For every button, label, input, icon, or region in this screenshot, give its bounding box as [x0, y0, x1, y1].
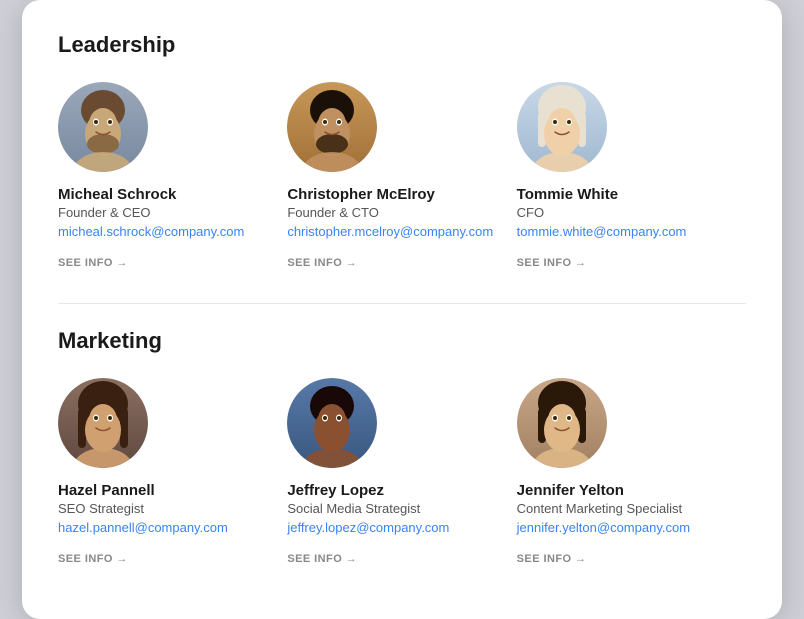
person-cell-hazel: Hazel Pannell SEO Strategist hazel.pannell…: [58, 378, 287, 591]
person-email-micheal[interactable]: micheal.schrock@company.com: [58, 224, 267, 239]
avatar-hazel: [58, 378, 148, 468]
person-email-jeffrey[interactable]: jeffrey.lopez@company.com: [287, 520, 496, 535]
avatar-jeffrey: [287, 378, 377, 468]
person-email-tommie[interactable]: tommie.white@company.com: [517, 224, 726, 239]
see-info-button-micheal[interactable]: SEE INFO →: [58, 257, 128, 269]
person-name-jeffrey: Jeffrey Lopez: [287, 482, 496, 499]
section-title-leadership: Leadership: [58, 32, 746, 58]
people-grid-leadership: Micheal Schrock Founder & CEO micheal.schr…: [58, 82, 746, 295]
person-cell-jennifer: Jennifer Yelton Content Marketing Special…: [517, 378, 746, 591]
see-info-button-jeffrey[interactable]: SEE INFO →: [287, 553, 357, 565]
person-name-micheal: Micheal Schrock: [58, 186, 267, 203]
person-name-hazel: Hazel Pannell: [58, 482, 267, 499]
person-title-tommie: CFO: [517, 205, 726, 220]
person-email-jennifer[interactable]: jennifer.yelton@company.com: [517, 520, 726, 535]
section-divider: [58, 303, 746, 304]
section-leadership: Leadership Micheal Schrock Founder & CEO m…: [58, 32, 746, 304]
person-name-jennifer: Jennifer Yelton: [517, 482, 726, 499]
person-name-tommie: Tommie White: [517, 186, 726, 203]
see-info-button-jennifer[interactable]: SEE INFO →: [517, 553, 587, 565]
person-title-jennifer: Content Marketing Specialist: [517, 501, 726, 516]
person-cell-tommie: Tommie White CFO tommie.white@company.com S…: [517, 82, 746, 295]
person-title-jeffrey: Social Media Strategist: [287, 501, 496, 516]
see-info-button-tommie[interactable]: SEE INFO →: [517, 257, 587, 269]
avatar-jennifer: [517, 378, 607, 468]
avatar-christopher: [287, 82, 377, 172]
see-info-button-christopher[interactable]: SEE INFO →: [287, 257, 357, 269]
main-card: Leadership Micheal Schrock Founder & CEO m…: [22, 0, 782, 619]
person-email-hazel[interactable]: hazel.pannell@company.com: [58, 520, 267, 535]
person-cell-christopher: Christopher McElroy Founder & CTO christop…: [287, 82, 516, 295]
person-cell-jeffrey: Jeffrey Lopez Social Media Strategist jeff…: [287, 378, 516, 591]
person-title-christopher: Founder & CTO: [287, 205, 496, 220]
people-grid-marketing: Hazel Pannell SEO Strategist hazel.pannell…: [58, 378, 746, 591]
avatar-tommie: [517, 82, 607, 172]
person-title-micheal: Founder & CEO: [58, 205, 267, 220]
person-title-hazel: SEO Strategist: [58, 501, 267, 516]
person-email-christopher[interactable]: christopher.mcelroy@company.com: [287, 224, 496, 239]
section-title-marketing: Marketing: [58, 328, 746, 354]
person-name-christopher: Christopher McElroy: [287, 186, 496, 203]
section-marketing: Marketing Hazel PannellSEO Strategisth: [58, 328, 746, 591]
avatar-micheal: [58, 82, 148, 172]
see-info-button-hazel[interactable]: SEE INFO →: [58, 553, 128, 565]
person-cell-micheal: Micheal Schrock Founder & CEO micheal.schr…: [58, 82, 287, 295]
